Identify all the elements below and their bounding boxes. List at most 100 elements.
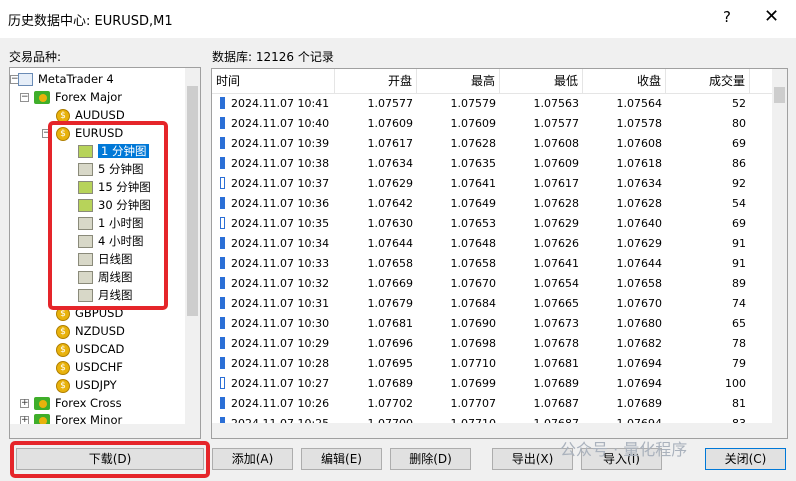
scroll-thumb[interactable] (187, 86, 198, 316)
value-cell: 86 (732, 157, 746, 170)
table-row[interactable]: 2024.11.07 10:27 1.07689 1.07699 1.07689 1.0… (212, 374, 772, 394)
expand-icon[interactable]: + (20, 399, 29, 408)
value-cell: 1.07618 (616, 157, 663, 170)
table-row[interactable]: 2024.11.07 10:33 1.07658 1.07658 1.07641 1.0… (212, 254, 772, 274)
time-cell: 2024.11.07 10:27 (212, 374, 335, 394)
table-row[interactable]: 2024.11.07 10:26 1.07702 1.07707 1.07687 1.0… (212, 394, 772, 414)
tree-item[interactable]: $ USDCHF (56, 358, 123, 376)
time-cell: 2024.11.07 10:40 (212, 114, 335, 134)
table-row[interactable]: 2024.11.07 10:38 1.07634 1.07635 1.07609 1.0… (212, 154, 772, 174)
value-cell: 1.07673 (533, 317, 580, 330)
tree-horizontal-scrollbar[interactable] (10, 424, 185, 438)
value-cell: 1.07669 (367, 277, 414, 290)
value-cell: 69 (732, 137, 746, 150)
value-cell: 1.07710 (450, 357, 497, 370)
candle-icon (220, 317, 225, 329)
value-cell: 1.07579 (450, 97, 497, 110)
delete-button[interactable]: 删除(D) (390, 448, 471, 470)
scroll-thumb[interactable] (774, 87, 785, 103)
column-header[interactable]: 收盘 (583, 69, 666, 93)
table-row[interactable]: 2024.11.07 10:36 1.07642 1.07649 1.07628 1.0… (212, 194, 772, 214)
value-cell: 1.07644 (616, 257, 663, 270)
tree-vertical-scrollbar[interactable] (185, 68, 200, 438)
help-icon[interactable]: ? (723, 8, 731, 26)
value-cell: 89 (732, 277, 746, 290)
value-cell: 79 (732, 357, 746, 370)
value-cell: 1.07629 (533, 217, 580, 230)
tree-item[interactable]: Forex Major (34, 88, 122, 106)
column-header[interactable]: 最高 (417, 69, 500, 93)
value-cell: 1.07608 (533, 137, 580, 150)
table-vertical-scrollbar[interactable] (772, 69, 787, 438)
close-icon[interactable]: ✕ (764, 6, 779, 27)
time-cell: 2024.11.07 10:31 (212, 294, 335, 314)
table-row[interactable]: 2024.11.07 10:31 1.07679 1.07684 1.07665 1.0… (212, 294, 772, 314)
value-cell: 1.07563 (533, 97, 580, 110)
value-cell: 1.07609 (450, 117, 497, 130)
time-value: 2024.11.07 10:40 (231, 117, 330, 130)
table-row[interactable]: 2024.11.07 10:29 1.07696 1.07698 1.07678 1.0… (212, 334, 772, 354)
value-cell: 81 (732, 397, 746, 410)
column-header[interactable]: 开盘 (335, 69, 417, 93)
value-cell: 1.07578 (616, 117, 663, 130)
add-button[interactable]: 添加(A) (212, 448, 293, 470)
candle-icon (220, 377, 225, 389)
table-row[interactable]: 2024.11.07 10:37 1.07629 1.07641 1.07617 1.0… (212, 174, 772, 194)
tree-item[interactable]: MetaTrader 4 (18, 70, 114, 88)
value-cell: 1.07628 (533, 197, 580, 210)
time-value: 2024.11.07 10:37 (231, 177, 330, 190)
value-cell: 1.07670 (450, 277, 497, 290)
candle-icon (220, 157, 225, 169)
table-row[interactable]: 2024.11.07 10:32 1.07669 1.07670 1.07654 1.0… (212, 274, 772, 294)
edit-button[interactable]: 编辑(E) (301, 448, 382, 470)
table-row[interactable]: 2024.11.07 10:34 1.07644 1.07648 1.07626 1.0… (212, 234, 772, 254)
candle-icon (220, 177, 225, 189)
dollar-icon: $ (56, 360, 70, 375)
time-cell: 2024.11.07 10:28 (212, 354, 335, 374)
table-row[interactable]: 2024.11.07 10:35 1.07630 1.07653 1.07629 1.0… (212, 214, 772, 234)
time-cell: 2024.11.07 10:30 (212, 314, 335, 334)
value-cell: 1.07648 (450, 237, 497, 250)
table-horizontal-scrollbar[interactable] (212, 423, 772, 438)
tree-item[interactable]: $ NZDUSD (56, 322, 125, 340)
value-cell: 1.07630 (367, 217, 414, 230)
collapse-icon[interactable]: − (20, 93, 29, 102)
time-value: 2024.11.07 10:27 (231, 377, 330, 390)
tree-item-label: USDCHF (75, 360, 123, 374)
table-row[interactable]: 2024.11.07 10:30 1.07681 1.07690 1.07673 1.0… (212, 314, 772, 334)
time-value: 2024.11.07 10:39 (231, 137, 330, 150)
highlight-box-download (10, 441, 210, 478)
table-row[interactable]: 2024.11.07 10:41 1.07577 1.07579 1.07563 1.0… (212, 94, 772, 114)
value-cell: 1.07609 (533, 157, 580, 170)
candle-icon (220, 137, 225, 149)
candle-icon (220, 397, 225, 409)
value-cell: 1.07628 (616, 197, 663, 210)
value-cell: 1.07687 (533, 397, 580, 410)
tree-item-label: Forex Cross (55, 396, 122, 410)
time-cell: 2024.11.07 10:41 (212, 94, 335, 114)
time-cell: 2024.11.07 10:39 (212, 134, 335, 154)
column-header[interactable]: 成交量 (666, 69, 750, 93)
value-cell: 92 (732, 177, 746, 190)
value-cell: 1.07658 (367, 257, 414, 270)
value-cell: 1.07681 (533, 357, 580, 370)
column-header[interactable]: 时间 (212, 69, 335, 93)
tree-item[interactable]: Forex Cross (34, 394, 122, 412)
value-cell: 74 (732, 297, 746, 310)
candle-icon (220, 337, 225, 349)
value-cell: 91 (732, 237, 746, 250)
value-cell: 1.07689 (533, 377, 580, 390)
close-button[interactable]: 关闭(C) (705, 448, 786, 470)
history-data-table[interactable]: 时间 开盘 最高 最低 收盘 成交量 2024.11.07 10:41 1.07577 1.0… (211, 68, 788, 439)
table-row[interactable]: 2024.11.07 10:28 1.07695 1.07710 1.07681 1.0… (212, 354, 772, 374)
time-value: 2024.11.07 10:34 (231, 237, 330, 250)
tree-item[interactable]: $ USDJPY (56, 376, 117, 394)
table-row[interactable]: 2024.11.07 10:39 1.07617 1.07628 1.07608 1.0… (212, 134, 772, 154)
value-cell: 1.07698 (450, 337, 497, 350)
value-cell: 80 (732, 117, 746, 130)
tree-item[interactable]: $ USDCAD (56, 340, 124, 358)
value-cell: 1.07640 (616, 217, 663, 230)
column-header[interactable]: 最低 (500, 69, 583, 93)
dollar-icon: $ (56, 342, 70, 357)
table-row[interactable]: 2024.11.07 10:40 1.07609 1.07609 1.07577 1.0… (212, 114, 772, 134)
